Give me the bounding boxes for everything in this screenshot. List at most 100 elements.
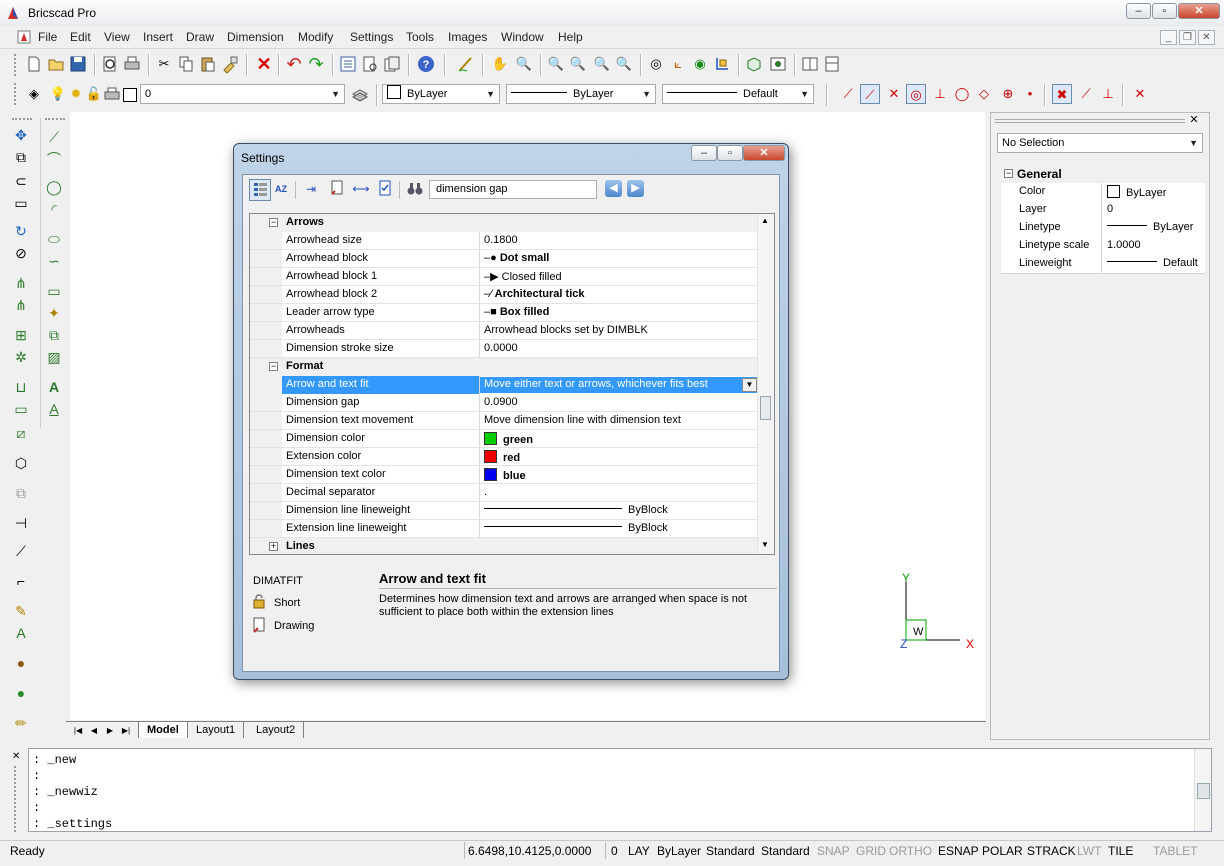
mdi-restore-button[interactable]: ❐ xyxy=(1179,30,1196,45)
close-button[interactable]: ✕ xyxy=(1178,3,1220,19)
section-format[interactable]: − Format xyxy=(250,358,760,376)
snap-perpendicular-icon[interactable]: ⊥ xyxy=(930,84,950,104)
snap-midpoint-icon[interactable]: ⟋ xyxy=(860,84,880,104)
status-lay[interactable]: LAY xyxy=(628,844,650,858)
chevron-down-icon[interactable]: ▼ xyxy=(742,378,757,392)
setting-row-selected[interactable]: Arrow and text fit Move either text or a… xyxy=(250,376,760,394)
export-icon[interactable]: ⇥ xyxy=(301,179,321,199)
scale-icon[interactable]: ⊘ xyxy=(10,242,32,264)
search-next-button[interactable]: ▶ xyxy=(627,180,644,197)
sketch-icon[interactable] xyxy=(456,54,476,74)
zoom-in-icon[interactable]: 🔍 xyxy=(546,54,566,74)
setting-row[interactable]: Arrowhead size 0.1800 xyxy=(250,232,760,250)
undo-icon[interactable]: ↶ xyxy=(284,54,304,74)
snap-insertion-icon[interactable]: ⊕ xyxy=(998,84,1018,104)
snap-center-icon[interactable]: ◎ xyxy=(906,84,926,104)
mirror-icon[interactable]: ⋔ xyxy=(10,272,32,294)
zoom-window-icon[interactable]: 🔍 xyxy=(592,54,612,74)
dialog-minimize-button[interactable]: – xyxy=(691,145,717,161)
tab-model[interactable]: Model xyxy=(138,722,188,738)
view-icon[interactable]: ◉ xyxy=(690,54,710,74)
search-previous-button[interactable]: ◀ xyxy=(605,180,622,197)
menu-help[interactable]: Help xyxy=(558,30,583,44)
edit-hatch-icon[interactable]: ● xyxy=(10,652,32,674)
explorer-icon[interactable] xyxy=(382,54,402,74)
snap-intersection-icon[interactable]: ✕ xyxy=(884,84,904,104)
minimize-button[interactable]: – xyxy=(1126,3,1151,19)
spline-icon[interactable]: ∽ xyxy=(43,250,65,272)
match-properties-icon[interactable] xyxy=(220,54,240,74)
status-esnap[interactable]: ESNAP xyxy=(938,844,979,858)
printer-small-icon[interactable] xyxy=(102,84,122,104)
collapse-icon[interactable]: − xyxy=(269,362,278,371)
alphabetical-icon[interactable]: AZ xyxy=(271,179,291,199)
status-textstyle[interactable]: Standard xyxy=(706,844,755,858)
scroll-down-icon[interactable]: ▼ xyxy=(761,540,769,549)
ucs-icon[interactable]: ⟀ xyxy=(668,54,688,74)
zoom-out-icon[interactable]: 🔍 xyxy=(568,54,588,74)
color-select[interactable]: ByLayer ▼ xyxy=(382,84,500,104)
copy-entity-icon[interactable]: ⧉ xyxy=(10,146,32,168)
delete-icon[interactable]: ✕ xyxy=(254,54,274,74)
sun-icon[interactable]: ✹ xyxy=(66,84,86,104)
layer-previous-icon[interactable] xyxy=(350,84,370,104)
mirror3d-icon[interactable]: ⋔ xyxy=(10,294,32,316)
chamfer-icon[interactable]: ⧉ xyxy=(10,482,32,504)
stretch-icon[interactable]: ▭ xyxy=(10,192,32,214)
setting-row[interactable]: Dimension text movement Move dimension li… xyxy=(250,412,760,430)
collapse-icon[interactable]: − xyxy=(269,218,278,227)
status-dimstyle[interactable]: Standard xyxy=(761,844,810,858)
first-tab-button[interactable]: |◀ xyxy=(72,724,84,737)
save-icon[interactable] xyxy=(68,54,88,74)
status-polar[interactable]: POLAR xyxy=(982,844,1023,858)
point-icon[interactable]: ✦ xyxy=(43,302,65,324)
setting-row[interactable]: Leader arrow type –■ Box filled xyxy=(250,304,760,322)
break-icon[interactable]: ⧄ xyxy=(10,422,32,444)
layer-select[interactable]: 0 ▼ xyxy=(140,84,345,104)
snap-clear-icon[interactable]: ✕ xyxy=(1130,84,1150,104)
mdi-minimize-button[interactable]: _ xyxy=(1160,30,1177,45)
section-lines[interactable]: + Lines xyxy=(250,538,760,554)
drawing-settings-icon[interactable] xyxy=(327,179,347,199)
property-row[interactable]: Layer 0 xyxy=(1001,201,1205,220)
property-row[interactable]: Color ByLayer xyxy=(1001,183,1205,202)
section-header[interactable]: − General xyxy=(1001,165,1205,183)
selection-select[interactable]: No Selection ▼ xyxy=(997,133,1203,153)
toolbar-grip[interactable] xyxy=(14,83,18,105)
arc-icon[interactable]: ◜ xyxy=(43,198,65,220)
print-icon[interactable] xyxy=(122,54,142,74)
menu-window[interactable]: Window xyxy=(501,30,544,44)
setting-row[interactable]: Dimension stroke size 0.0000 xyxy=(250,340,760,358)
status-tile[interactable]: TILE xyxy=(1108,844,1133,858)
measure-icon[interactable]: ⟋ xyxy=(10,540,32,562)
settings-scrollbar[interactable]: ▲ ▼ xyxy=(757,214,774,554)
trim-icon[interactable]: ⊔ xyxy=(10,376,32,398)
ellipse-icon[interactable]: ⬭ xyxy=(43,228,65,250)
prev-tab-button[interactable]: ◀ xyxy=(88,724,100,737)
property-row[interactable]: Lineweight Default xyxy=(1001,255,1205,274)
edit-text-icon[interactable]: A xyxy=(10,622,32,644)
line-icon[interactable]: ⟋ xyxy=(43,126,65,148)
move-icon[interactable]: ✥ xyxy=(10,124,32,146)
binoculars-icon[interactable] xyxy=(405,179,425,199)
extend-icon[interactable]: ▭ xyxy=(10,398,32,420)
categorized-icon[interactable] xyxy=(249,179,271,201)
explode-icon[interactable]: ⬡ xyxy=(10,452,32,474)
command-line[interactable]: : _new : : _newwiz : : _settings xyxy=(28,748,1212,832)
copy-icon[interactable] xyxy=(176,54,196,74)
pencil-icon[interactable]: ✏ xyxy=(10,712,32,734)
last-tab-button[interactable]: ▶| xyxy=(120,724,132,737)
command-scrollbar[interactable] xyxy=(1194,749,1211,831)
help-icon[interactable]: ? xyxy=(416,54,436,74)
setting-row[interactable]: Arrowhead block 1 –▶ Closed filled xyxy=(250,268,760,286)
pan-icon[interactable]: ✋ xyxy=(490,54,510,74)
polar-array-icon[interactable]: ✲ xyxy=(10,346,32,368)
setting-row[interactable]: Dimension line lineweight ByBlock xyxy=(250,502,760,520)
text-icon[interactable]: A xyxy=(43,376,65,398)
status-bylayer[interactable]: ByLayer xyxy=(657,844,701,858)
open-icon[interactable] xyxy=(46,54,66,74)
zoom-previous-icon[interactable]: 🔍 xyxy=(614,54,634,74)
tab-layout1[interactable]: Layout1 xyxy=(188,722,245,738)
checklist-icon[interactable] xyxy=(375,179,395,199)
offset-icon[interactable]: ⊂ xyxy=(10,170,32,192)
